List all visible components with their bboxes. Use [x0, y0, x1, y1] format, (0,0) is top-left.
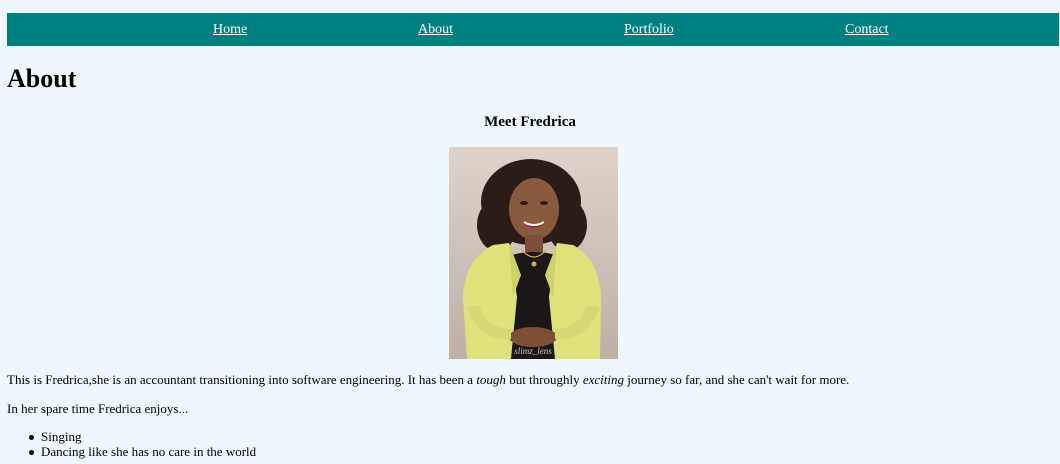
list-item: Dancing like she has no care in the worl… [7, 444, 256, 459]
intro-paragraph: This is Fredrica,she is an accountant tr… [7, 372, 849, 388]
intro-text-1: This is Fredrica,she is an accountant tr… [7, 372, 477, 387]
profile-photo-illustration: slimz_lens [449, 147, 618, 359]
nav-link-portfolio[interactable]: Portfolio [624, 22, 674, 38]
page: Home About Portfolio Contact About Meet … [0, 0, 1060, 464]
hobby-label: Singing [41, 429, 82, 444]
nav-link-about[interactable]: About [418, 22, 453, 38]
hobbies-intro: In her spare time Fredrica enjoys... [7, 401, 189, 416]
page-title: About [7, 64, 77, 93]
bullet-icon [29, 435, 34, 440]
profile-photo: slimz_lens [449, 147, 618, 359]
intro-emphasis-tough: tough [476, 372, 506, 387]
hobby-label: Dancing like she has no care in the worl… [41, 444, 257, 459]
photo-watermark: slimz_lens [514, 346, 552, 356]
intro-text-3: journey so far, and she can't wait for m… [624, 372, 850, 387]
hobbies-list: Singing Dancing like she has no care in … [7, 429, 256, 459]
bullet-icon [29, 450, 34, 455]
nav-link-home[interactable]: Home [213, 22, 247, 38]
list-item: Singing [7, 429, 256, 444]
intro-text-2: but throughly [505, 372, 583, 387]
intro-emphasis-exciting: exciting [582, 372, 625, 387]
section-subheading: Meet Fredrica [484, 114, 576, 130]
top-nav: Home About Portfolio Contact [7, 13, 1059, 46]
nav-link-contact[interactable]: Contact [845, 22, 889, 38]
